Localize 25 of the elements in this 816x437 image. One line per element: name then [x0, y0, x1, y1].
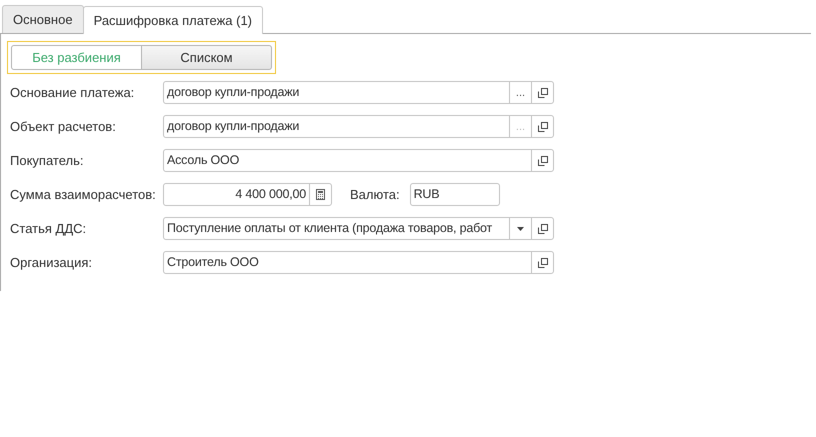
field-label: Статья ДДС: — [9, 221, 88, 236]
field-label: Основание платежа: — [9, 85, 136, 100]
open-icon — [538, 156, 548, 166]
amount-field[interactable]: 4 400 000,00 — [163, 183, 332, 206]
input-field[interactable]: Ассоль ООО — [163, 149, 554, 172]
open-icon — [538, 258, 548, 268]
field-label: Сумма взаиморасчетов: — [9, 187, 157, 202]
input-field[interactable]: Строитель ООО — [163, 251, 554, 274]
field-label: Покупатель: — [9, 153, 84, 168]
field-label: Организация: — [9, 255, 94, 270]
input-field[interactable]: Поступление оплаты от клиента (продажа товаров, работ — [163, 217, 554, 240]
input-field[interactable]: договор купли-продажи ... — [163, 81, 554, 104]
input-field[interactable]: договор купли-продажи ... — [163, 115, 554, 138]
open-icon — [538, 224, 548, 234]
calculator-icon — [316, 189, 325, 200]
open-icon — [538, 88, 548, 98]
tab[interactable]: Основное — [2, 5, 84, 33]
mode-button[interactable]: Списком — [141, 45, 272, 70]
field-label: Объект расчетов: — [9, 119, 117, 134]
tab[interactable]: Расшифровка платежа (1) — [82, 6, 264, 34]
currency-field[interactable]: RUB — [410, 183, 500, 206]
field-label: Валюта: — [350, 187, 400, 202]
choice-button[interactable]: ... — [509, 82, 531, 103]
caret-icon — [517, 226, 524, 230]
open-icon — [538, 122, 548, 132]
